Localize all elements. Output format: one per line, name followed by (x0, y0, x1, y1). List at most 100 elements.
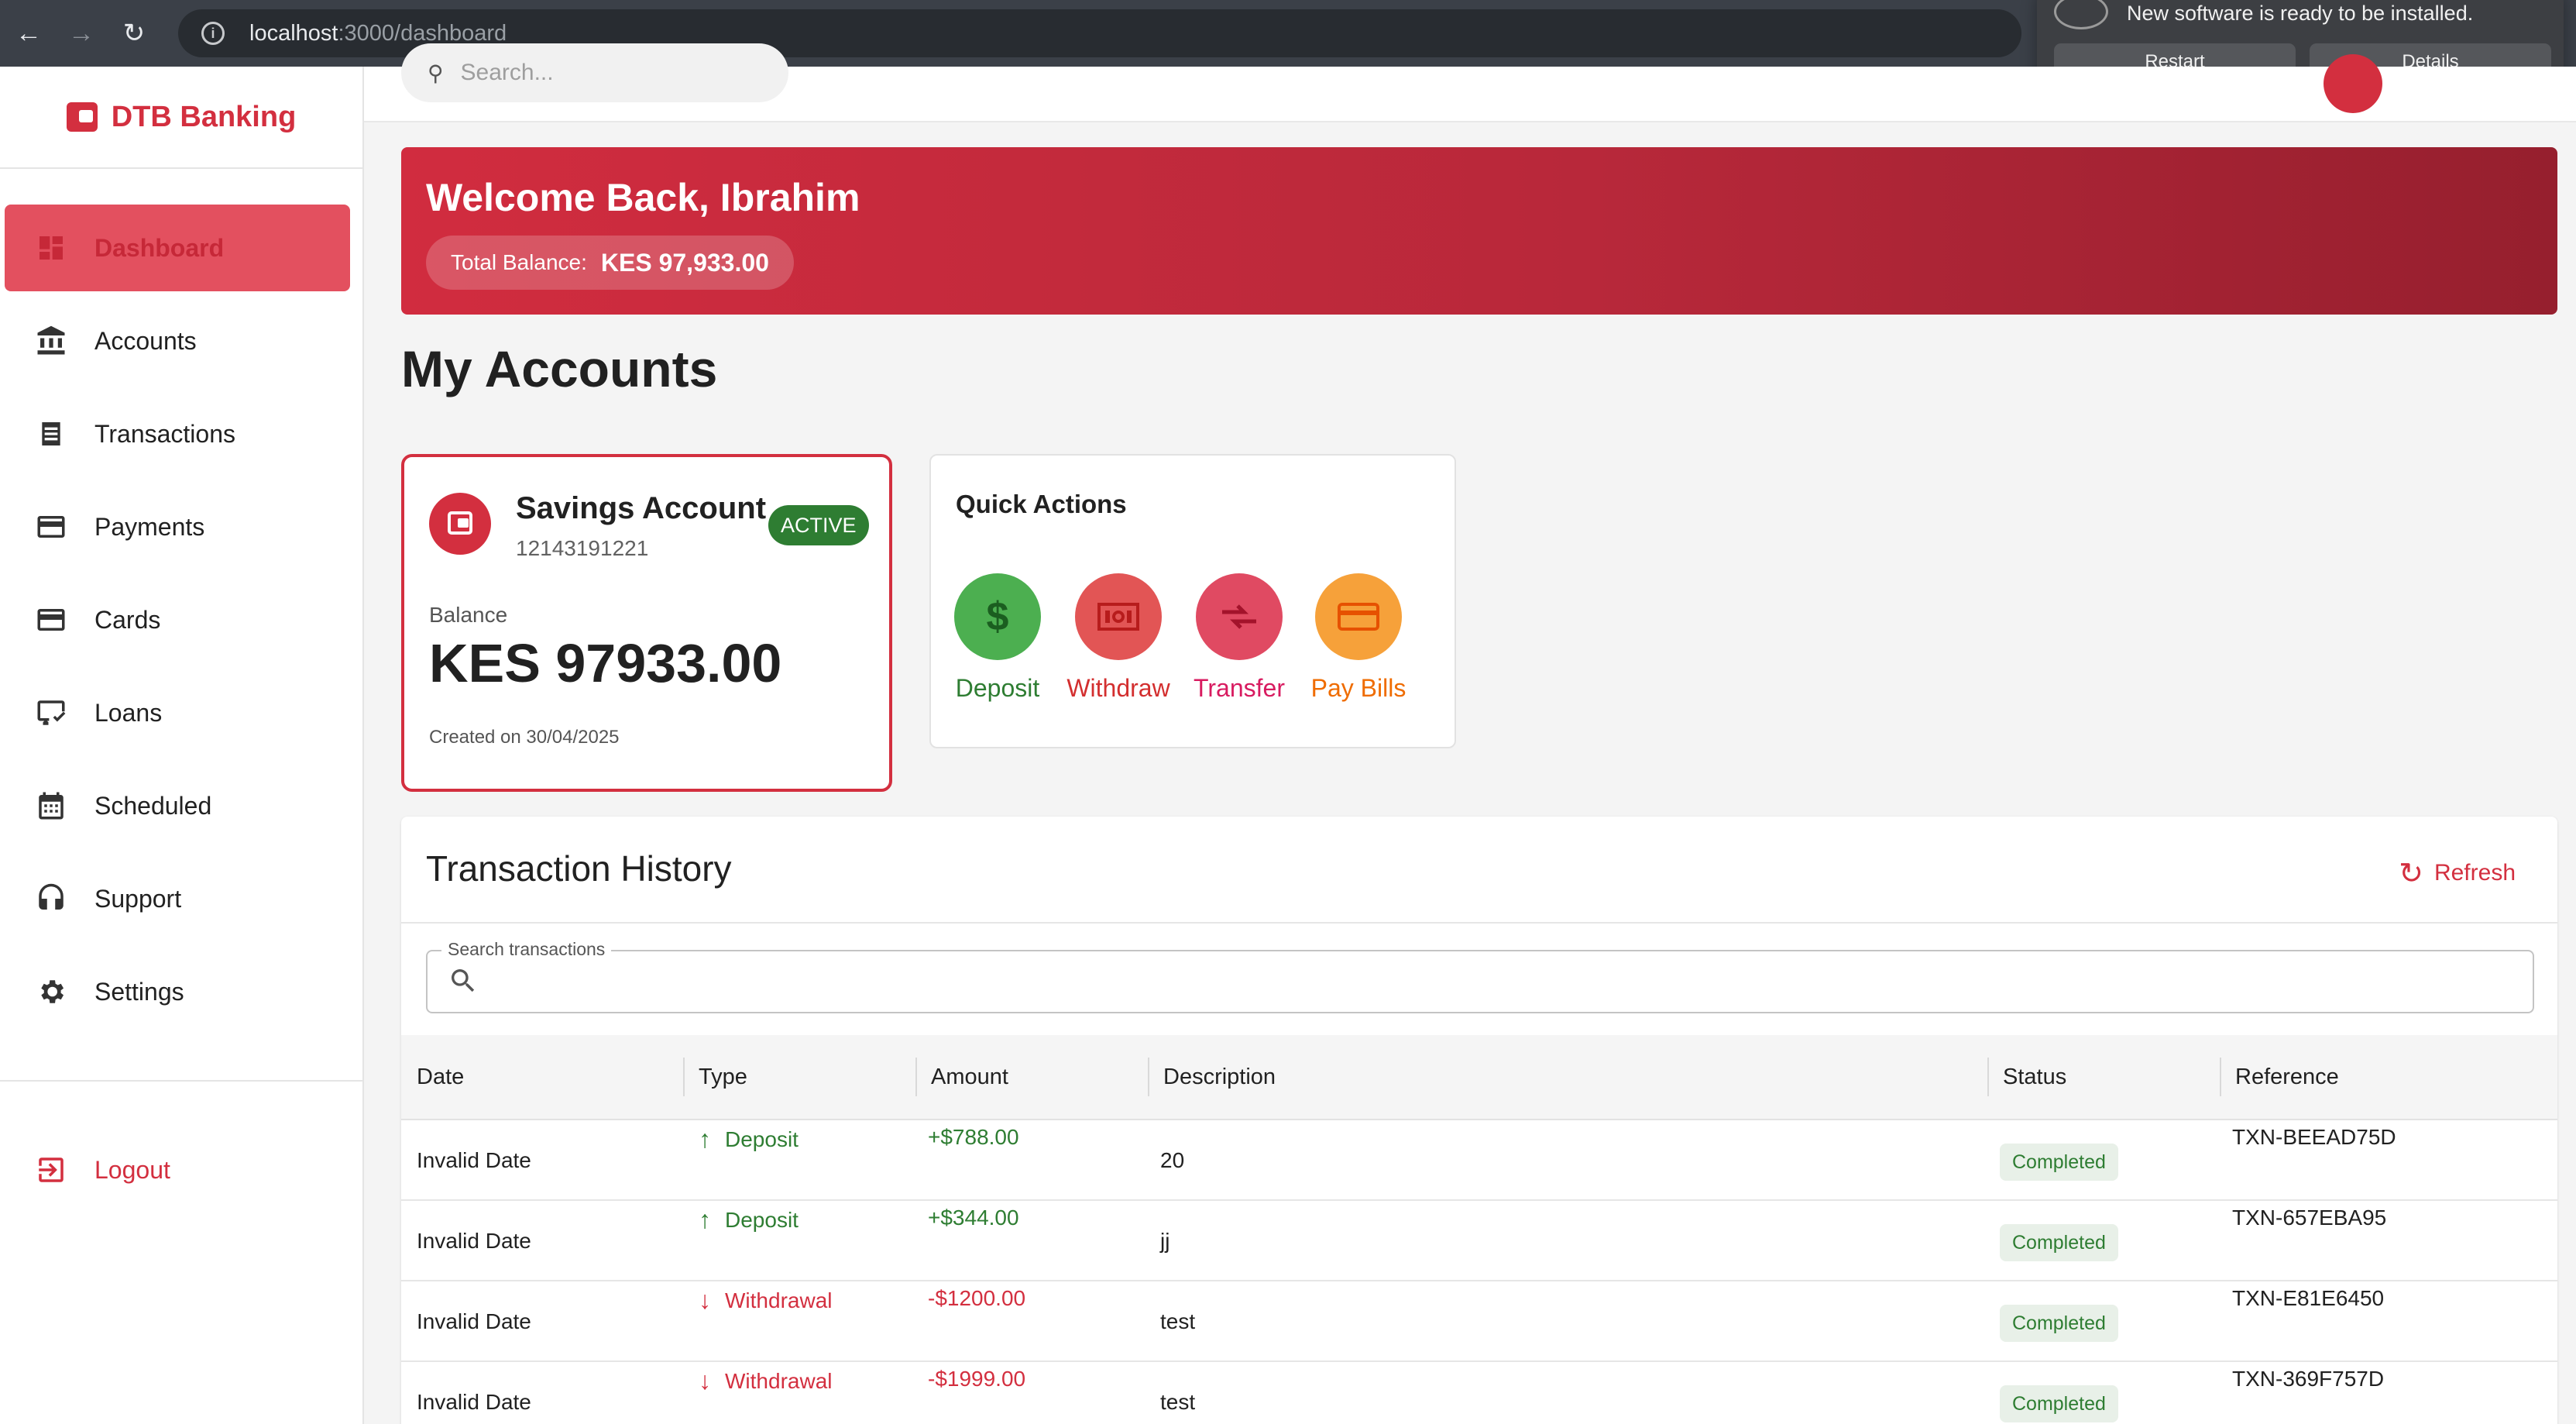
brand[interactable]: DTB Banking (0, 67, 362, 169)
column-header-reference[interactable]: Reference (2220, 1034, 2557, 1120)
sidebar-item-label: Payments (94, 512, 205, 541)
cell-type: ↓ Withdrawal (699, 1367, 832, 1395)
logout-button[interactable]: Logout (5, 1139, 170, 1201)
credit-card-icon (33, 508, 70, 545)
search-icon (448, 965, 479, 1004)
logout-icon (33, 1151, 70, 1188)
cell-description: 20 (1160, 1148, 1185, 1172)
sidebar-item-label: Support (94, 884, 182, 913)
column-header-amount[interactable]: Amount (915, 1034, 1148, 1120)
sidebar-item-cards[interactable]: Cards (5, 576, 350, 663)
wallet-logo-icon (66, 102, 98, 132)
credit-card-icon (33, 601, 70, 638)
checkbook-icon (33, 694, 70, 731)
status-badge: Completed (2000, 1305, 2118, 1342)
refresh-button[interactable]: ↻ Refresh (2399, 854, 2516, 893)
created-date: Created on 30/04/2025 (429, 727, 620, 748)
table-row[interactable]: Invalid Date ↓ Withdrawal -$1200.00 test … (401, 1281, 2557, 1362)
total-balance-value: KES 97,933.00 (600, 248, 769, 277)
transfer-action-label: Transfer (1194, 674, 1285, 702)
column-header-type[interactable]: Type (683, 1034, 915, 1120)
logout-label: Logout (94, 1155, 170, 1184)
transaction-search-input[interactable]: Search transactions (426, 939, 2534, 1013)
savings-account-card[interactable]: Savings Account 12143191221 ACTIVE Balan… (401, 454, 892, 792)
deposit-action-button[interactable]: $ Deposit (943, 573, 1052, 703)
table-header: Date Type Amount Description Status Refe… (401, 1035, 2557, 1120)
status-badge: ACTIVE (768, 505, 869, 545)
cell-date: Invalid Date (417, 1229, 531, 1253)
sidebar-item-payments[interactable]: Payments (5, 483, 350, 570)
search-field-label: Search transactions (441, 939, 612, 960)
cell-reference: TXN-BEEAD75D (2232, 1125, 2396, 1149)
sidebar-item-settings[interactable]: Settings (5, 948, 350, 1035)
status-badge: Completed (2000, 1224, 2118, 1261)
system-update-icon (2054, 0, 2108, 29)
arrow-down-icon: ↓ (699, 1286, 711, 1314)
status-badge: Completed (2000, 1144, 2118, 1181)
site-info-icon[interactable]: i (201, 22, 225, 45)
cell-type: ↑ Deposit (699, 1206, 799, 1234)
cell-date: Invalid Date (417, 1148, 531, 1172)
withdraw-action-button[interactable]: Withdraw (1064, 573, 1173, 703)
sidebar-nav: Dashboard Accounts Transactions Payments… (0, 169, 362, 1035)
table-row[interactable]: Invalid Date ↓ Withdrawal -$1999.00 test … (401, 1362, 2557, 1424)
cell-reference: TXN-369F757D (2232, 1367, 2385, 1391)
table-row[interactable]: Invalid Date ↑ Deposit +$344.00 jj Comple… (401, 1201, 2557, 1281)
back-arrow-icon[interactable]: ← (5, 9, 53, 57)
cell-description: jj (1160, 1229, 1170, 1253)
wallet-icon (429, 493, 491, 555)
reload-icon[interactable]: ↻ (110, 9, 158, 57)
bank-icon (33, 322, 70, 359)
column-header-description[interactable]: Description (1148, 1034, 1987, 1120)
status-badge: Completed (2000, 1385, 2118, 1422)
balance-value: KES 97933.00 (429, 633, 782, 693)
transfer-action-button[interactable]: Transfer (1185, 573, 1293, 703)
cell-reference: TXN-E81E6450 (2232, 1286, 2385, 1310)
sidebar-item-support[interactable]: Support (5, 855, 350, 942)
headset-icon (33, 880, 70, 917)
account-number: 12143191221 (516, 536, 649, 560)
sidebar-item-label: Transactions (94, 419, 235, 448)
type-label: Deposit (725, 1207, 799, 1232)
brand-name: DTB Banking (111, 100, 297, 133)
sidebar-item-dashboard[interactable]: Dashboard (5, 205, 350, 291)
column-header-date[interactable]: Date (401, 1034, 683, 1120)
refresh-label: Refresh (2433, 860, 2516, 886)
avatar[interactable] (2324, 54, 2382, 113)
column-header-status[interactable]: Status (1987, 1034, 2220, 1120)
cell-description: test (1160, 1390, 1196, 1414)
search-icon: ⚲ (428, 60, 444, 85)
forward-arrow-icon[interactable]: → (57, 9, 105, 57)
url-text: localhost:3000/dashboard (249, 20, 507, 46)
dollar-icon: $ (954, 573, 1041, 660)
sidebar-divider (0, 1080, 362, 1082)
sidebar-item-label: Loans (94, 698, 163, 727)
sidebar-item-transactions[interactable]: Transactions (5, 390, 350, 477)
notification-message: New software is ready to be installed. (2127, 2, 2474, 25)
sidebar-item-label: Scheduled (94, 791, 212, 820)
pay-bills-action-button[interactable]: Pay Bills (1304, 573, 1413, 703)
sidebar-item-loans[interactable]: Loans (5, 669, 350, 756)
cell-description: test (1160, 1309, 1196, 1333)
quick-actions-card: Quick Actions $ Deposit Withdraw Transfe… (929, 454, 1456, 748)
dashboard-icon (33, 229, 70, 267)
receipt-icon (33, 415, 70, 452)
refresh-icon: ↻ (2399, 857, 2423, 890)
cell-type: ↓ Withdrawal (699, 1286, 832, 1315)
balance-label: Balance (429, 603, 508, 627)
account-name: Savings Account (516, 491, 767, 525)
cell-amount: +$344.00 (928, 1206, 1019, 1230)
global-search-input[interactable]: ⚲ Search... (401, 43, 788, 102)
sidebar-item-label: Cards (94, 605, 161, 634)
sidebar-item-accounts[interactable]: Accounts (5, 298, 350, 384)
money-icon (1075, 573, 1162, 660)
withdraw-action-label: Withdraw (1066, 674, 1170, 702)
arrow-down-icon: ↓ (699, 1367, 711, 1395)
type-label: Withdrawal (725, 1288, 833, 1312)
calendar-icon (33, 787, 70, 824)
sidebar-item-scheduled[interactable]: Scheduled (5, 762, 350, 849)
card-divider (401, 922, 2557, 924)
arrow-up-icon: ↑ (699, 1206, 711, 1233)
table-row[interactable]: Invalid Date ↑ Deposit +$788.00 20 Comple… (401, 1120, 2557, 1201)
sidebar-item-label: Settings (94, 977, 184, 1006)
